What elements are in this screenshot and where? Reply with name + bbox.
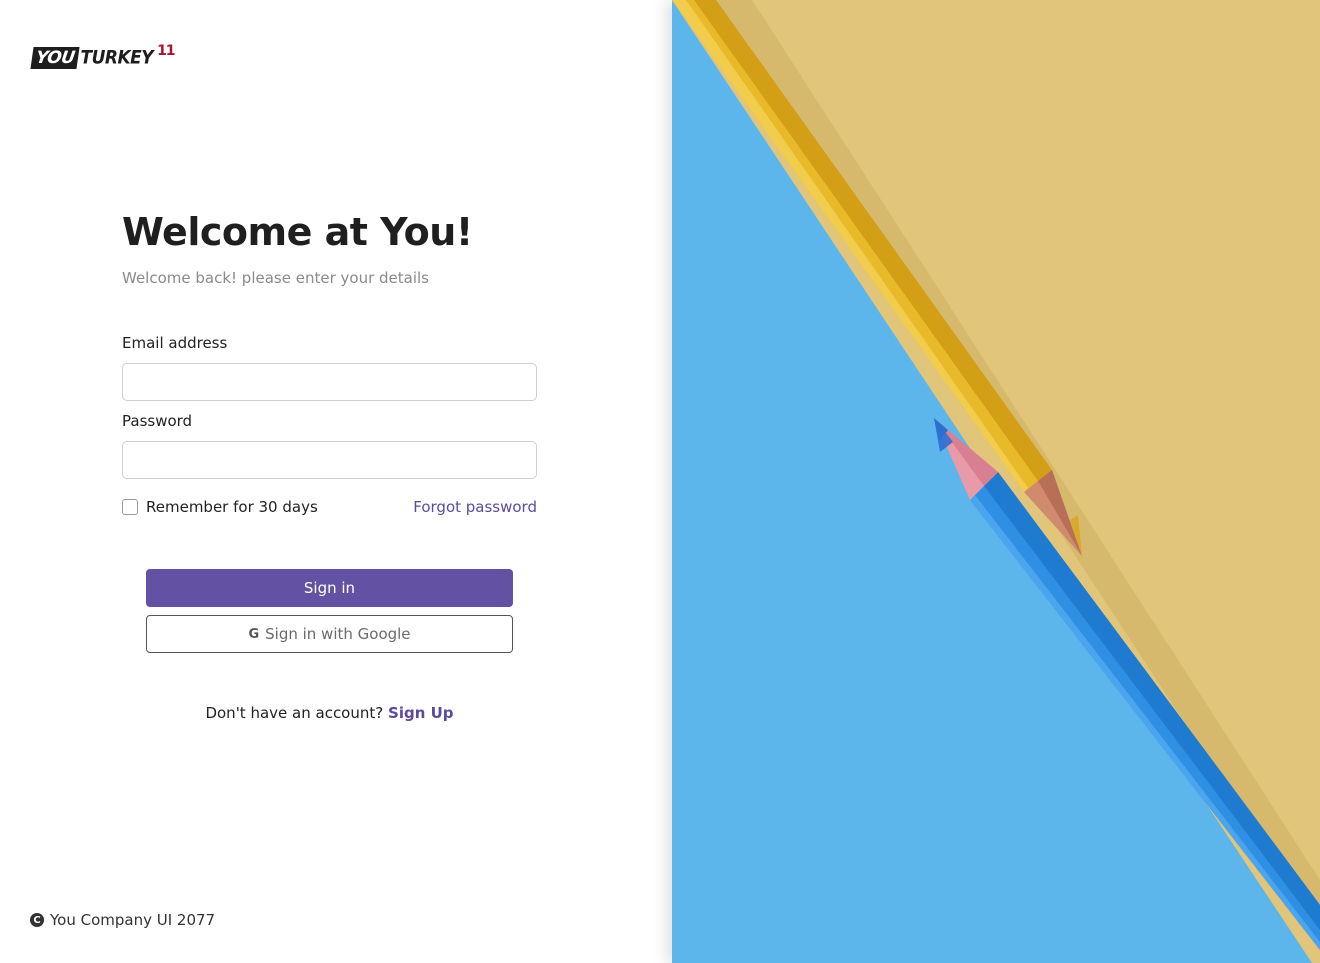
page-subtitle: Welcome back! please enter your details <box>122 269 429 287</box>
password-label: Password <box>122 412 193 430</box>
email-label: Email address <box>122 334 228 352</box>
footer: C You Company UI 2077 <box>30 911 215 929</box>
google-sign-in-button[interactable]: G Sign in with Google <box>146 615 513 653</box>
google-icon: G <box>248 626 260 642</box>
google-sign-in-label: Sign in with Google <box>265 625 411 643</box>
sign-in-button[interactable]: Sign in <box>146 569 513 607</box>
copyright-icon: C <box>30 913 44 927</box>
page-title: Welcome at You! <box>122 210 473 254</box>
signup-prompt: Don't have an account? <box>205 704 384 722</box>
logo-you-text: YOU <box>30 47 81 69</box>
remember-checkbox[interactable] <box>122 499 138 515</box>
remember-label: Remember for 30 days <box>146 498 318 516</box>
sign-up-link[interactable]: Sign Up <box>388 704 454 722</box>
logo-turkey-text: TURKEY <box>80 47 154 69</box>
hero-image <box>672 0 1320 963</box>
login-panel: YOU TURKEY 11 Welcome at You! Welcome ba… <box>0 0 672 963</box>
logo-mark: 11 <box>157 43 176 59</box>
password-field[interactable] <box>122 441 537 479</box>
pencils-image <box>672 0 1320 963</box>
forgot-password-link[interactable]: Forgot password <box>413 498 537 516</box>
signup-row: Don't have an account? Sign Up <box>0 704 659 722</box>
email-field[interactable] <box>122 363 537 401</box>
remember-me[interactable]: Remember for 30 days <box>122 498 318 516</box>
footer-text: You Company UI 2077 <box>50 911 216 929</box>
brand-logo[interactable]: YOU TURKEY 11 <box>30 43 176 70</box>
